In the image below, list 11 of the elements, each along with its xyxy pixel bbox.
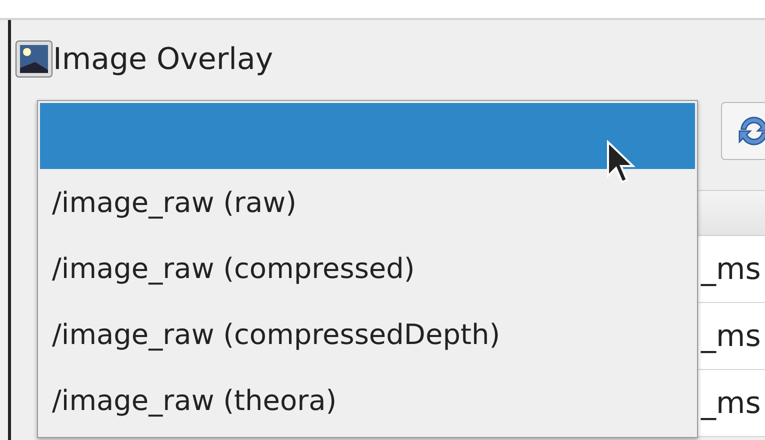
refresh-button[interactable] [721, 102, 765, 160]
table-cell: _ms [701, 386, 761, 420]
mouse-cursor-icon [606, 140, 636, 186]
image-icon [15, 40, 53, 78]
dropdown-option[interactable]: /image_raw (theora) [38, 367, 697, 433]
table-cell: _ms [701, 252, 761, 286]
plugin-title: Image Overlay [53, 42, 274, 76]
dropdown-option[interactable]: /image_raw (compressedDepth) [38, 301, 697, 367]
dropdown-option[interactable]: /image_raw (raw) [38, 169, 697, 235]
dropdown-option[interactable]: /image_raw (compressed) [38, 235, 697, 301]
table-cell: _ms [701, 318, 761, 354]
